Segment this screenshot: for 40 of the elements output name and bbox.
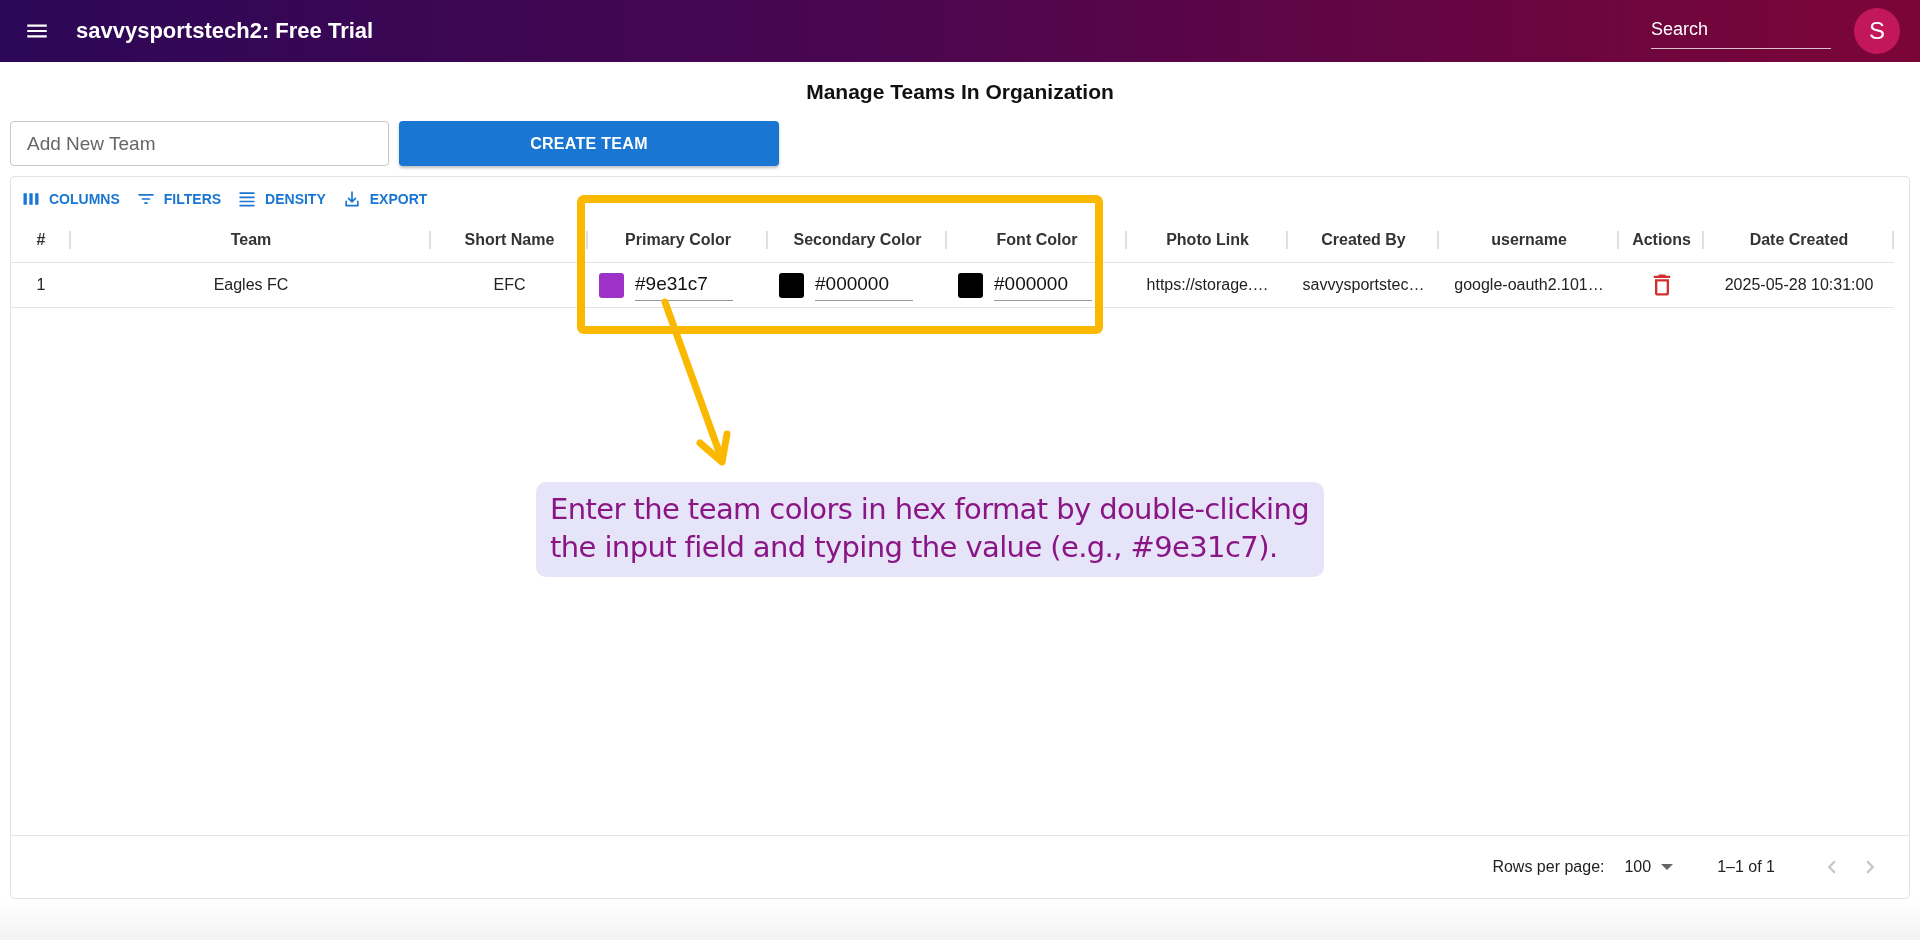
export-button[interactable]: EXPORT xyxy=(339,187,430,211)
density-button[interactable]: DENSITY xyxy=(235,187,328,211)
column-header[interactable]: Actions xyxy=(1619,217,1704,262)
table-cell: google-oauth2.101… xyxy=(1439,262,1619,308)
lines-icon xyxy=(237,189,258,209)
rows-per-page-select[interactable]: 100 xyxy=(1624,858,1674,876)
column-header[interactable]: Photo Link xyxy=(1127,217,1288,262)
filters-button[interactable]: FILTERS xyxy=(133,187,224,211)
column-header[interactable]: Date Created xyxy=(1704,217,1894,262)
table-cell: 2025-05-28 10:31:00 xyxy=(1704,262,1894,308)
user-avatar[interactable]: S xyxy=(1854,8,1900,54)
column-header[interactable]: username xyxy=(1439,217,1619,262)
page-range: 1–1 of 1 xyxy=(1717,858,1775,876)
rows-per-page-label: Rows per page: xyxy=(1492,858,1605,876)
column-header[interactable]: Created By xyxy=(1288,217,1439,262)
column-header[interactable]: Short Name xyxy=(431,217,588,262)
annotation-note: Enter the team colors in hex format by double-clicking the input field and typing the value (e.g., #9e31c7). xyxy=(536,482,1324,577)
column-header[interactable]: Secondary Color xyxy=(768,217,947,262)
column-header[interactable]: # xyxy=(11,217,71,262)
table-cell: savvysportstec… xyxy=(1288,262,1439,308)
table-cell: 1 xyxy=(11,262,71,308)
hex-input-field[interactable]: #000000 xyxy=(815,269,913,301)
column-header[interactable]: Team xyxy=(71,217,431,262)
new-team-field[interactable]: Add New Team xyxy=(10,121,389,166)
table-cell: Eagles FC xyxy=(71,262,431,308)
column-header[interactable]: Font Color xyxy=(947,217,1127,262)
page-title: Manage Teams In Organization xyxy=(805,79,1115,105)
column-header[interactable]: Primary Color xyxy=(588,217,768,262)
color-swatch[interactable] xyxy=(958,272,983,298)
table-cell: https://storage.… xyxy=(1127,262,1288,308)
table-cell: EFC xyxy=(431,262,588,308)
create-team-button[interactable]: CREATE TEAM xyxy=(399,121,779,166)
color-swatch[interactable] xyxy=(599,272,624,298)
caret-icon xyxy=(1661,864,1674,870)
search-field[interactable]: Search xyxy=(1651,13,1831,49)
hex-input-field[interactable]: #9e31c7 xyxy=(635,269,733,301)
hex-input-field[interactable]: #000000 xyxy=(994,269,1092,301)
columns-button[interactable]: COLUMNS xyxy=(19,187,122,211)
app-title: savvysportstech2: Free Trial xyxy=(76,18,375,44)
color-swatch[interactable] xyxy=(779,272,804,298)
